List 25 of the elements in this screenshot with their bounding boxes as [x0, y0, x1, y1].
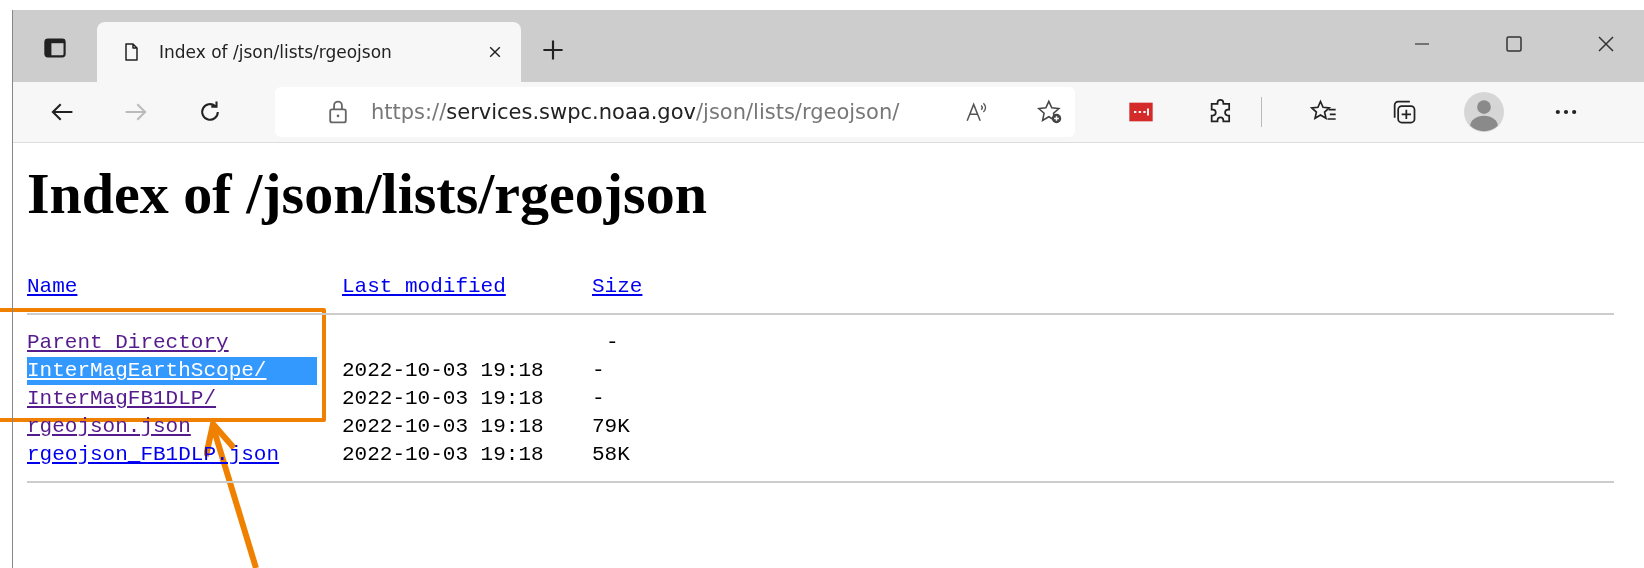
new-tab-icon[interactable] [541, 38, 565, 62]
column-header-link[interactable]: Size [592, 273, 643, 301]
file-size: 58K [592, 443, 630, 466]
modified-date: 2022-10-03 19:18 [342, 359, 544, 382]
maximize-icon[interactable] [1504, 34, 1524, 54]
modified-date: 2022-10-03 19:18 [342, 443, 544, 466]
avatar-icon[interactable] [1464, 92, 1504, 132]
browser-tab[interactable]: Index of /json/lists/rgeojson [97, 22, 521, 82]
file-link[interactable]: rgeojson.json [27, 413, 191, 441]
column-header-link[interactable]: Name [27, 273, 78, 301]
close-icon[interactable] [1596, 34, 1616, 54]
file-size: - [592, 387, 605, 410]
close-tab-icon[interactable] [487, 44, 503, 60]
tab-actions-icon[interactable] [43, 36, 67, 60]
file-size: - [592, 359, 605, 382]
address-bar[interactable]: https://services.swpc.noaa.gov/json/lists/rgeojson/ [275, 87, 1075, 137]
modified-date: 2022-10-03 19:18 [342, 387, 544, 410]
modified-date: 2022-10-03 19:18 [342, 415, 544, 438]
column-header-link[interactable]: Last modified [342, 273, 506, 301]
file-link[interactable]: InterMagFB1DLP/ [27, 385, 217, 413]
file-size: - [606, 331, 619, 354]
file-size: 79K [592, 415, 630, 438]
add-favorite-icon[interactable] [1037, 99, 1064, 125]
page-heading: Index of /json/lists/rgeojson [27, 161, 708, 227]
file-link[interactable]: Parent Directory [27, 329, 229, 357]
